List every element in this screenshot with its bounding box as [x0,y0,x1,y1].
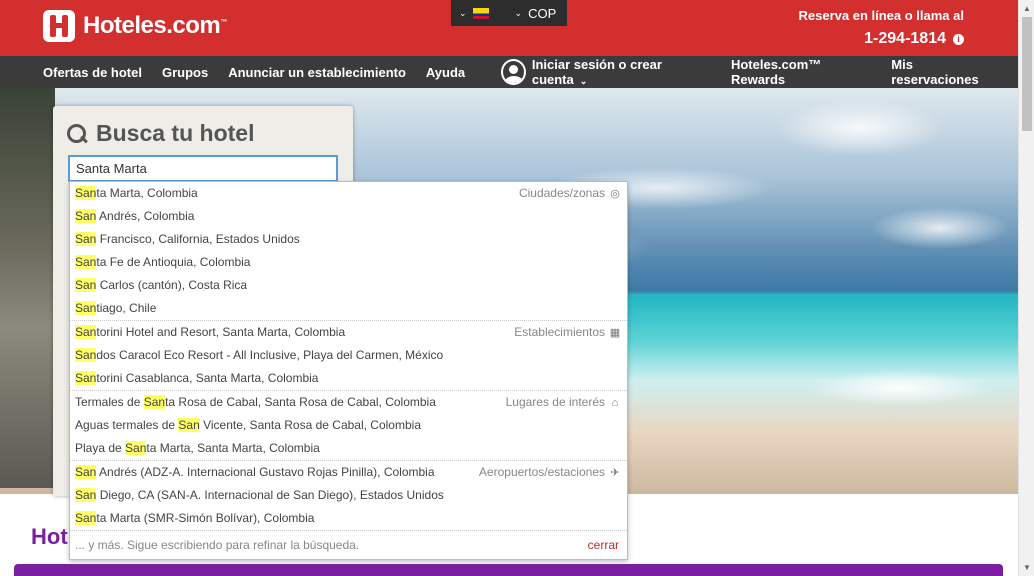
page: Hoteles.com™ ⌄ ⌄ COP Reserva en línea o … [0,0,1034,576]
match-highlight: San [75,186,97,200]
hotels-logo[interactable]: Hoteles.com™ [43,10,227,42]
suggestion-item[interactable]: Aguas termales de San Vicente, Santa Ros… [70,414,627,437]
info-icon[interactable]: i [953,33,964,45]
chevron-down-icon: ⌄ [459,7,467,18]
match-highlight: San [75,209,97,223]
suggestion-item[interactable]: Santiago, Chile [70,297,627,320]
suggestion-category-label: Lugares de interés ⌂ [506,391,621,414]
suggestion-category-label: Ciudades/zonas ◎ [518,186,620,200]
nav-groups[interactable]: Grupos [162,65,208,80]
chevron-down-icon: ⌄ [514,7,523,18]
promo-banner [14,564,1003,576]
main-nav: Ofertas de hotel Grupos Anunciar un esta… [0,56,1018,88]
user-avatar-icon[interactable] [501,59,526,85]
section-title: Hot [31,524,68,549]
suggestion-category-label: Establecimientos ▦ [514,325,621,339]
match-highlight: San [125,441,147,455]
nav-my-reservations[interactable]: Mis reservaciones [891,57,998,87]
suggestion-item[interactable]: Santa Marta (SMR-Simón Bolívar), Colombi… [70,507,627,530]
chevron-down-icon: ⌄ [579,76,588,86]
landmark-icon: ⌂ [611,396,619,409]
match-highlight: San [75,255,97,269]
scroll-down-icon[interactable]: ▼ [1023,563,1031,572]
suggestion-item[interactable]: San Francisco, California, Estados Unido… [70,228,627,251]
phone-number: 1-294-1814 i [864,30,964,48]
target-icon: ◎ [610,187,620,200]
suggestion-group: Lugares de interés ⌂ Termales de Santa Ros… [70,391,627,461]
building-icon: ▦ [609,326,621,339]
match-highlight: San [75,348,97,362]
more-results-footer: ... y más. Sigue escribiendo para refina… [70,531,627,559]
locale-selector[interactable]: ⌄ ⌄ COP [451,0,567,26]
search-title: Busca tu hotel [67,120,254,147]
logo-text: Hoteles.com™ [83,12,227,39]
match-highlight: San [75,488,97,502]
suggestion-group: Aeropuertos/estaciones ✈ San Andrés (ADZ-A… [70,461,627,531]
close-dropdown-link[interactable]: cerrar [588,531,619,559]
match-highlight: San [75,465,97,479]
signin-menu[interactable]: Iniciar sesión o crear cuenta ⌄ [532,57,711,87]
page-scrollbar[interactable]: ▲ ▼ [1018,0,1034,576]
match-highlight: San [75,371,97,385]
hotels-logo-icon [43,10,75,42]
suggestion-item[interactable]: Playa de Santa Marta, Santa Marta, Colom… [70,437,627,460]
match-highlight: San [75,325,97,339]
suggestion-item[interactable]: Santorini Casablanca, Santa Marta, Colom… [70,367,627,390]
match-highlight: San [75,301,97,315]
search-icon [67,123,87,144]
suggestion-category-label: Aeropuertos/estaciones ✈ [478,465,620,479]
nav-rewards[interactable]: Hoteles.com™ Rewards [731,57,871,87]
suggestion-item[interactable]: San Diego, CA (SAN-A. Internacional de S… [70,484,627,507]
scroll-up-icon[interactable]: ▲ [1023,4,1031,13]
nav-hotel-deals[interactable]: Ofertas de hotel [43,65,142,80]
suggestion-group: Establecimientos ▦ Santorini Hotel and Res… [70,321,627,391]
nav-list-property[interactable]: Anunciar un establecimiento [228,65,406,80]
match-highlight: San [75,511,97,525]
currency-selector[interactable]: COP [528,6,556,21]
suggestion-item[interactable]: Sandos Caracol Eco Resort - All Inclusiv… [70,344,627,367]
suggestion-group: Ciudades/zonas ◎ Santa Marta, Colombia San … [70,182,627,321]
top-header: Hoteles.com™ ⌄ ⌄ COP Reserva en línea o … [0,0,1018,56]
colombia-flag-icon[interactable] [472,7,489,19]
match-highlight: San [178,418,200,432]
hero-rocks [0,88,55,488]
match-highlight: San [143,395,166,409]
autocomplete-dropdown: Ciudades/zonas ◎ Santa Marta, Colombia San … [69,181,628,560]
suggestion-item[interactable]: Santa Fe de Antioquia, Colombia [70,251,627,274]
hero-wave [790,368,1018,408]
nav-help[interactable]: Ayuda [426,65,465,80]
scroll-thumb[interactable] [1022,17,1032,131]
suggestion-item[interactable]: San Carlos (cantón), Costa Rica [70,274,627,297]
suggestion-item[interactable]: San Andrés, Colombia [70,205,627,228]
reserve-text: Reserva en línea o llama al [798,8,964,23]
plane-train-icon: ✈ [610,466,620,479]
match-highlight: San [75,278,97,292]
match-highlight: San [75,232,97,246]
destination-input[interactable] [68,155,338,182]
